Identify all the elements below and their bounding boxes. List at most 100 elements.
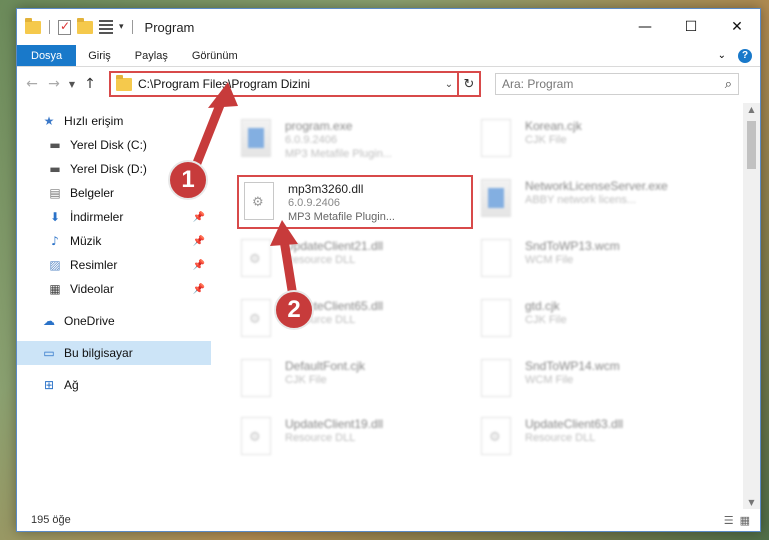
main-area: ★ Hızlı erişim ▬ Yerel Disk (C:) ▬ Yerel… <box>17 103 760 509</box>
search-placeholder: Ara: Program <box>502 77 574 91</box>
search-icon[interactable]: ⌕ <box>725 77 732 92</box>
help-icon[interactable]: ? <box>738 48 752 63</box>
file-item[interactable]: UpdateClient19.dll Resource DLL <box>241 417 471 455</box>
nav-label: Müzik <box>70 234 102 248</box>
vertical-scrollbar[interactable]: ▲ ▼ <box>743 103 760 509</box>
nav-label: Videolar <box>70 282 114 296</box>
file-item[interactable]: SndToWP14.wcm WCM File <box>481 359 711 397</box>
drive-icon: ▬ <box>49 138 61 152</box>
file-detail: CJK File <box>525 314 567 326</box>
customize-toolbar-icon[interactable]: ▾ <box>119 22 124 32</box>
maximize-icon[interactable]: ☐ <box>668 9 714 45</box>
file-item[interactable]: UpdateClient63.dll Resource DLL <box>481 417 711 455</box>
nav-item-downloads[interactable]: ⬇ İndirmeler 📌 <box>17 205 211 229</box>
back-icon[interactable]: ← <box>21 76 43 92</box>
file-name: gtd.cjk <box>525 299 560 313</box>
close-icon[interactable]: ✕ <box>714 9 760 45</box>
scrollbar-thumb[interactable] <box>747 121 756 169</box>
file-name: UpdateClient21.dll <box>285 239 384 253</box>
nav-label: Belgeler <box>70 186 115 200</box>
nav-item-drive-c[interactable]: ▬ Yerel Disk (C:) <box>17 133 211 157</box>
nav-item-videos[interactable]: ▦ Videolar 📌 <box>17 277 211 301</box>
scroll-down-icon[interactable]: ▼ <box>743 498 760 507</box>
file-item-mp3m3260[interactable]: mp3m3260.dll 6.0.9.2406 MP3 Metafile Plu… <box>239 177 469 224</box>
quick-access-toolbar: ▾ <box>25 17 135 35</box>
item-count: 195 öğe <box>31 514 71 526</box>
toolbar-divider <box>131 20 133 34</box>
address-bar[interactable]: C:\Program Files\Program Dizini ⌄ ↻ <box>109 71 481 97</box>
file-description: MP3 Metafile Plugin... <box>288 211 395 223</box>
exe-file-icon <box>481 179 511 217</box>
recent-locations-icon[interactable]: ▼ <box>65 80 79 89</box>
file-name: UpdateClient63.dll <box>525 417 624 431</box>
file-item[interactable]: gtd.cjk CJK File <box>481 299 711 337</box>
file-detail: Resource DLL <box>525 432 596 444</box>
documents-icon: ▤ <box>49 186 61 200</box>
file-name: UpdateClient19.dll <box>285 417 384 431</box>
scroll-up-icon[interactable]: ▲ <box>743 105 760 114</box>
file-name: SndToWP14.wcm <box>525 359 620 373</box>
new-folder-icon[interactable] <box>77 17 93 34</box>
properties-icon[interactable] <box>99 20 113 34</box>
file-detail: WCM File <box>525 254 574 266</box>
pictures-icon: ▨ <box>49 258 61 272</box>
tab-gorunum[interactable]: Görünüm <box>180 45 250 66</box>
pin-icon[interactable]: 📌 <box>193 260 205 271</box>
minimize-icon[interactable]: — <box>622 9 668 45</box>
file-item[interactable]: program.exe 6.0.9.2406 MP3 Metafile Plug… <box>241 119 471 161</box>
tab-giris[interactable]: Giriş <box>76 45 123 66</box>
highlighted-file-box: mp3m3260.dll 6.0.9.2406 MP3 Metafile Plu… <box>237 175 473 229</box>
nav-item-pictures[interactable]: ▨ Resimler 📌 <box>17 253 211 277</box>
file-detail: ABBY network licens... <box>525 194 637 206</box>
music-icon: ♪ <box>51 234 59 248</box>
nav-network[interactable]: ⊞ Ağ <box>17 373 211 397</box>
file-item[interactable]: DefaultFont.cjk CJK File <box>241 359 471 397</box>
pin-icon[interactable]: 📌 <box>193 236 205 247</box>
refresh-icon[interactable]: ↻ <box>457 73 479 95</box>
pin-icon[interactable]: 📌 <box>193 212 205 223</box>
folder-icon <box>116 74 132 91</box>
properties-check-icon[interactable] <box>58 19 71 35</box>
pin-icon[interactable]: 📌 <box>193 284 205 295</box>
tab-dosya[interactable]: Dosya <box>17 45 77 66</box>
file-detail: Resource DLL <box>285 254 356 266</box>
tab-paylas[interactable]: Paylaş <box>123 45 180 66</box>
folder-icon[interactable] <box>25 17 41 34</box>
nav-label: Hızlı erişim <box>64 114 124 128</box>
details-view-icon[interactable]: ☰ <box>724 514 734 527</box>
network-icon: ⊞ <box>43 378 55 392</box>
up-icon[interactable]: ↑ <box>79 76 101 92</box>
file-detail: Resource DLL <box>285 432 356 444</box>
nav-quick-access[interactable]: ★ Hızlı erişim <box>17 109 211 133</box>
search-input[interactable]: Ara: Program ⌕ <box>495 73 739 95</box>
large-icons-view-icon[interactable]: ▦ <box>740 514 750 527</box>
dll-file-icon <box>241 239 271 277</box>
nav-label: Yerel Disk (C:) <box>70 138 147 152</box>
nav-label: OneDrive <box>64 314 115 328</box>
dll-file-icon <box>241 299 271 337</box>
dll-file-icon <box>241 417 271 455</box>
file-item[interactable]: Korean.cjk CJK File <box>481 119 711 157</box>
nav-onedrive[interactable]: ☁ OneDrive <box>17 309 211 333</box>
address-path[interactable]: C:\Program Files\Program Dizini <box>138 77 441 91</box>
file-name: program.exe <box>285 119 353 133</box>
nav-label: İndirmeler <box>70 210 124 224</box>
file-item[interactable]: NetworkLicenseServer.exe ABBY network li… <box>481 179 711 217</box>
file-name: Korean.cjk <box>525 119 582 133</box>
nav-item-music[interactable]: ♪ Müzik 📌 <box>17 229 211 253</box>
nav-label: Ağ <box>64 378 79 392</box>
file-icon <box>241 359 271 397</box>
forward-icon[interactable]: → <box>43 76 65 92</box>
expand-ribbon-icon[interactable]: ⌄ <box>718 50 726 61</box>
file-item[interactable]: UpdateClient21.dll Resource DLL <box>241 239 471 277</box>
annotation-badge-1: 1 <box>168 160 208 200</box>
file-item[interactable]: SndToWP13.wcm WCM File <box>481 239 711 277</box>
window-title: Program <box>144 19 195 35</box>
dll-file-icon <box>244 182 274 220</box>
file-name: NetworkLicenseServer.exe <box>525 179 668 193</box>
nav-this-pc[interactable]: ▭ Bu bilgisayar <box>17 341 211 365</box>
chevron-down-icon[interactable]: ⌄ <box>441 79 457 90</box>
downloads-icon: ⬇ <box>49 210 61 224</box>
dll-file-icon <box>481 417 511 455</box>
file-icon <box>481 299 511 337</box>
